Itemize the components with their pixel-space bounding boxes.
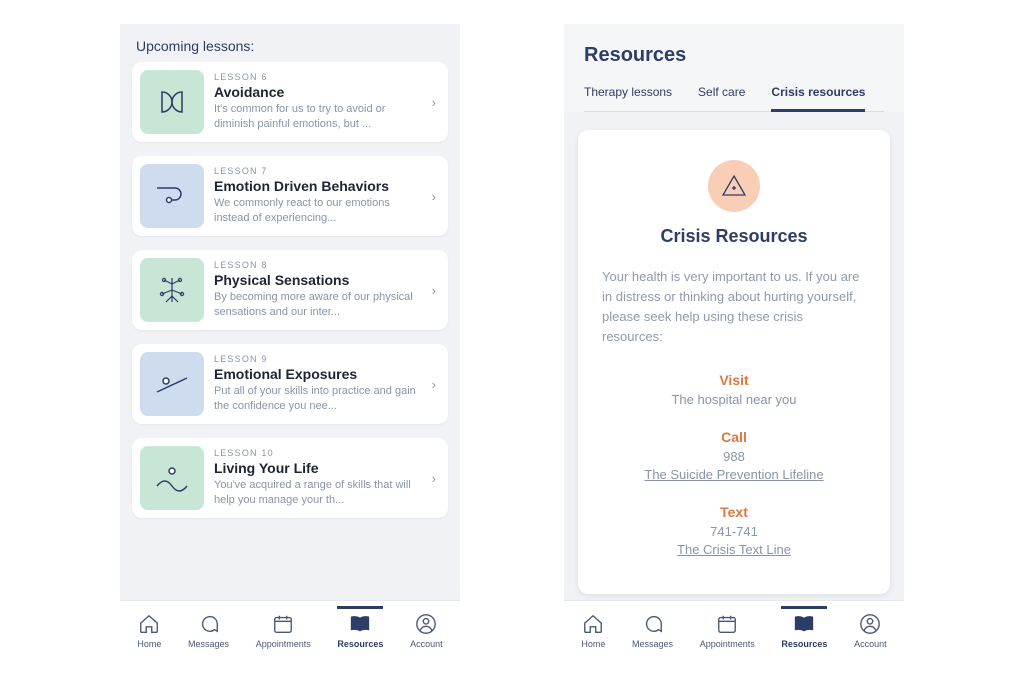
nav-label: Account bbox=[854, 639, 887, 649]
book-icon bbox=[793, 613, 815, 635]
lesson-title: Emotion Driven Behaviors bbox=[214, 178, 422, 194]
slope-icon bbox=[140, 352, 204, 416]
lesson-card[interactable]: LESSON 7 Emotion Driven Behaviors We com… bbox=[132, 156, 448, 236]
nav-messages[interactable]: Messages bbox=[632, 609, 673, 649]
lesson-card[interactable]: LESSON 9 Emotional Exposures Put all of … bbox=[132, 344, 448, 424]
calendar-icon bbox=[716, 613, 738, 635]
messages-icon bbox=[198, 613, 220, 635]
crisis-text-number: 741-741 bbox=[602, 524, 866, 539]
home-icon bbox=[582, 613, 604, 635]
nav-label: Resources bbox=[781, 639, 827, 649]
nav-home[interactable]: Home bbox=[137, 609, 161, 649]
path-icon bbox=[140, 164, 204, 228]
crisis-card: Crisis Resources Your health is very imp… bbox=[578, 130, 890, 594]
chevron-right-icon: › bbox=[432, 471, 440, 486]
person-wave-icon bbox=[140, 446, 204, 510]
lesson-desc: We commonly react to our emotions instea… bbox=[214, 196, 422, 226]
account-icon bbox=[859, 613, 881, 635]
lesson-body: LESSON 6 Avoidance It's common for us to… bbox=[204, 72, 432, 132]
lesson-body: LESSON 7 Emotion Driven Behaviors We com… bbox=[204, 166, 432, 226]
curve-icon bbox=[151, 176, 193, 216]
resources-header: Resources Therapy lessons Self care Cris… bbox=[564, 24, 904, 112]
lesson-card[interactable]: LESSON 8 Physical Sensations By becoming… bbox=[132, 250, 448, 330]
crisis-text-link[interactable]: The Crisis Text Line bbox=[677, 542, 791, 557]
nav-home[interactable]: Home bbox=[581, 609, 605, 649]
nav-label: Appointments bbox=[700, 639, 755, 649]
chevron-right-icon: › bbox=[432, 377, 440, 392]
lesson-body: LESSON 10 Living Your Life You've acquir… bbox=[204, 448, 432, 508]
nav-label: Appointments bbox=[256, 639, 311, 649]
upcoming-lessons-heading: Upcoming lessons: bbox=[120, 24, 460, 62]
lesson-tag: LESSON 7 bbox=[214, 166, 422, 176]
nav-messages[interactable]: Messages bbox=[188, 609, 229, 649]
nav-appointments[interactable]: Appointments bbox=[256, 609, 311, 649]
nerve-icon bbox=[152, 270, 192, 310]
chevron-right-icon: › bbox=[432, 95, 440, 110]
book-icon bbox=[349, 613, 371, 635]
resources-tabs: Therapy lessons Self care Crisis resourc… bbox=[584, 85, 884, 112]
account-icon bbox=[415, 613, 437, 635]
phone-resources: Resources Therapy lessons Self care Cris… bbox=[564, 24, 904, 659]
lesson-tag: LESSON 8 bbox=[214, 260, 422, 270]
nav-resources[interactable]: Resources bbox=[781, 606, 827, 649]
nav-label: Home bbox=[137, 639, 161, 649]
lesson-body: LESSON 8 Physical Sensations By becoming… bbox=[204, 260, 432, 320]
crisis-visit-value: The hospital near you bbox=[602, 392, 866, 407]
nav-label: Messages bbox=[632, 639, 673, 649]
messages-icon bbox=[642, 613, 664, 635]
incline-icon bbox=[151, 364, 193, 404]
lesson-desc: You've acquired a range of skills that w… bbox=[214, 478, 422, 508]
chevron-right-icon: › bbox=[432, 189, 440, 204]
nav-label: Home bbox=[581, 639, 605, 649]
lesson-tag: LESSON 10 bbox=[214, 448, 422, 458]
crisis-alert-icon bbox=[708, 160, 760, 212]
lesson-tag: LESSON 9 bbox=[214, 354, 422, 364]
nav-account[interactable]: Account bbox=[854, 609, 887, 649]
nav-label: Account bbox=[410, 639, 443, 649]
crisis-call-label: Call bbox=[602, 429, 866, 445]
calendar-icon bbox=[272, 613, 294, 635]
lesson-desc: It's common for us to try to avoid or di… bbox=[214, 102, 422, 132]
crisis-intro: Your health is very important to us. If … bbox=[602, 267, 866, 348]
lesson-body: LESSON 9 Emotional Exposures Put all of … bbox=[204, 354, 432, 414]
nav-label: Resources bbox=[337, 639, 383, 649]
wave-icon bbox=[151, 458, 193, 498]
lesson-card[interactable]: LESSON 10 Living Your Life You've acquir… bbox=[132, 438, 448, 518]
lesson-title: Physical Sensations bbox=[214, 272, 422, 288]
bottom-nav: Home Messages Appointments Resources Acc… bbox=[564, 600, 904, 659]
crisis-call-number: 988 bbox=[602, 449, 866, 464]
crisis-visit-label: Visit bbox=[602, 372, 866, 388]
shapes-icon bbox=[152, 82, 192, 122]
tab-therapy-lessons[interactable]: Therapy lessons bbox=[584, 85, 672, 111]
lesson-desc: By becoming more aware of our physical s… bbox=[214, 290, 422, 320]
branch-icon bbox=[140, 258, 204, 322]
crisis-title: Crisis Resources bbox=[602, 226, 866, 247]
lesson-desc: Put all of your skills into practice and… bbox=[214, 384, 422, 414]
phone-lessons: Upcoming lessons: LESSON 6 Avoidance It'… bbox=[120, 24, 460, 659]
lesson-title: Emotional Exposures bbox=[214, 366, 422, 382]
lesson-title: Living Your Life bbox=[214, 460, 422, 476]
chevron-right-icon: › bbox=[432, 283, 440, 298]
nav-resources[interactable]: Resources bbox=[337, 606, 383, 649]
lesson-card[interactable]: LESSON 6 Avoidance It's common for us to… bbox=[132, 62, 448, 142]
tab-self-care[interactable]: Self care bbox=[698, 85, 745, 111]
nav-account[interactable]: Account bbox=[410, 609, 443, 649]
lesson-list: LESSON 6 Avoidance It's common for us to… bbox=[120, 62, 460, 600]
crisis-call-link[interactable]: The Suicide Prevention Lifeline bbox=[644, 467, 823, 482]
bottom-nav: Home Messages Appointments Resources Acc… bbox=[120, 600, 460, 659]
avoidance-icon bbox=[140, 70, 204, 134]
resources-heading: Resources bbox=[584, 44, 884, 67]
home-icon bbox=[138, 613, 160, 635]
lesson-title: Avoidance bbox=[214, 84, 422, 100]
nav-appointments[interactable]: Appointments bbox=[700, 609, 755, 649]
tab-crisis-resources[interactable]: Crisis resources bbox=[771, 85, 865, 112]
lesson-tag: LESSON 6 bbox=[214, 72, 422, 82]
nav-label: Messages bbox=[188, 639, 229, 649]
crisis-text-label: Text bbox=[602, 504, 866, 520]
